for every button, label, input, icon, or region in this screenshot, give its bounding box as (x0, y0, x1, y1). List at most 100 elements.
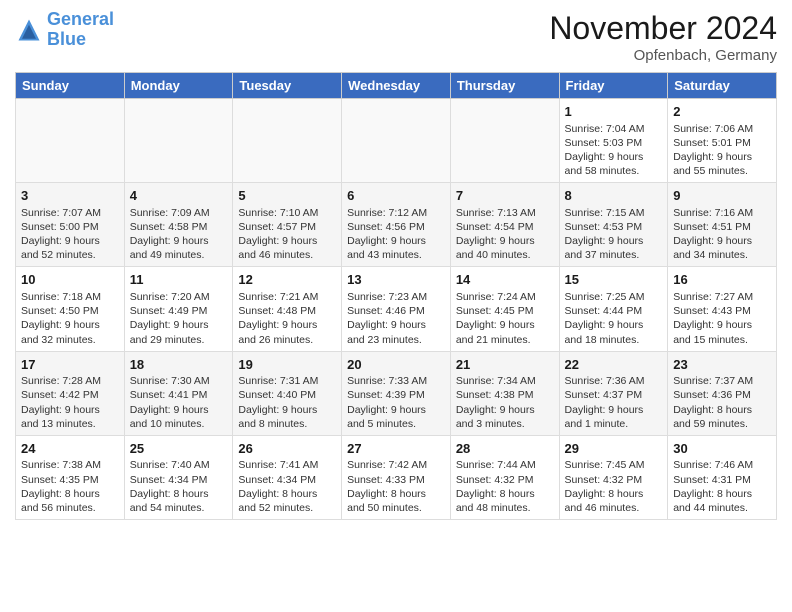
table-cell (16, 99, 125, 183)
day-number: 28 (456, 440, 554, 458)
day-info-line: Sunrise: 7:30 AM (130, 374, 228, 388)
day-info-line: Sunset: 4:48 PM (238, 304, 336, 318)
day-number: 20 (347, 356, 445, 374)
week-row-3: 10Sunrise: 7:18 AMSunset: 4:50 PMDayligh… (16, 267, 777, 351)
day-info-line: Sunrise: 7:09 AM (130, 206, 228, 220)
day-number: 14 (456, 271, 554, 289)
day-info-line: Sunset: 4:34 PM (238, 473, 336, 487)
day-number: 18 (130, 356, 228, 374)
table-cell: 8Sunrise: 7:15 AMSunset: 4:53 PMDaylight… (559, 183, 668, 267)
day-info-line: Sunset: 5:01 PM (673, 136, 771, 150)
day-info-line: Sunset: 4:56 PM (347, 220, 445, 234)
day-info-line: Daylight: 8 hours and 52 minutes. (238, 487, 336, 515)
day-number: 17 (21, 356, 119, 374)
day-info-line: Daylight: 9 hours and 52 minutes. (21, 234, 119, 262)
day-info-line: Daylight: 9 hours and 49 minutes. (130, 234, 228, 262)
day-info-line: Daylight: 8 hours and 46 minutes. (565, 487, 663, 515)
day-info-line: Daylight: 9 hours and 55 minutes. (673, 150, 771, 178)
header: General Blue November 2024 Opfenbach, Ge… (15, 10, 777, 64)
col-tuesday: Tuesday (233, 73, 342, 99)
day-info-line: Sunrise: 7:12 AM (347, 206, 445, 220)
day-info-line: Sunset: 4:46 PM (347, 304, 445, 318)
day-info-line: Sunset: 5:03 PM (565, 136, 663, 150)
day-info-line: Sunrise: 7:37 AM (673, 374, 771, 388)
day-info-line: Sunrise: 7:36 AM (565, 374, 663, 388)
table-cell: 26Sunrise: 7:41 AMSunset: 4:34 PMDayligh… (233, 435, 342, 519)
day-number: 12 (238, 271, 336, 289)
day-number: 9 (673, 187, 771, 205)
day-info-line: Sunrise: 7:25 AM (565, 290, 663, 304)
day-info-line: Sunset: 4:45 PM (456, 304, 554, 318)
day-info-line: Daylight: 9 hours and 34 minutes. (673, 234, 771, 262)
day-info-line: Daylight: 9 hours and 58 minutes. (565, 150, 663, 178)
day-info-line: Sunrise: 7:40 AM (130, 458, 228, 472)
day-info-line: Daylight: 8 hours and 48 minutes. (456, 487, 554, 515)
day-info-line: Daylight: 9 hours and 5 minutes. (347, 403, 445, 431)
table-cell: 14Sunrise: 7:24 AMSunset: 4:45 PMDayligh… (450, 267, 559, 351)
day-info-line: Daylight: 8 hours and 44 minutes. (673, 487, 771, 515)
day-info-line: Sunrise: 7:33 AM (347, 374, 445, 388)
day-number: 13 (347, 271, 445, 289)
table-cell: 3Sunrise: 7:07 AMSunset: 5:00 PMDaylight… (16, 183, 125, 267)
day-info-line: Sunset: 4:49 PM (130, 304, 228, 318)
table-cell (450, 99, 559, 183)
day-info-line: Sunset: 4:41 PM (130, 388, 228, 402)
day-info-line: Sunset: 4:31 PM (673, 473, 771, 487)
table-cell: 2Sunrise: 7:06 AMSunset: 5:01 PMDaylight… (668, 99, 777, 183)
table-cell (342, 99, 451, 183)
day-number: 16 (673, 271, 771, 289)
day-info-line: Sunrise: 7:41 AM (238, 458, 336, 472)
main-title: November 2024 (549, 10, 777, 47)
day-number: 5 (238, 187, 336, 205)
day-info-line: Sunrise: 7:07 AM (21, 206, 119, 220)
day-info-line: Sunset: 4:54 PM (456, 220, 554, 234)
table-cell: 23Sunrise: 7:37 AMSunset: 4:36 PMDayligh… (668, 351, 777, 435)
col-saturday: Saturday (668, 73, 777, 99)
page: General Blue November 2024 Opfenbach, Ge… (0, 0, 792, 612)
day-info-line: Daylight: 9 hours and 10 minutes. (130, 403, 228, 431)
day-info-line: Daylight: 9 hours and 37 minutes. (565, 234, 663, 262)
table-cell: 1Sunrise: 7:04 AMSunset: 5:03 PMDaylight… (559, 99, 668, 183)
week-row-4: 17Sunrise: 7:28 AMSunset: 4:42 PMDayligh… (16, 351, 777, 435)
day-info-line: Sunset: 4:43 PM (673, 304, 771, 318)
day-info-line: Sunrise: 7:16 AM (673, 206, 771, 220)
table-cell: 22Sunrise: 7:36 AMSunset: 4:37 PMDayligh… (559, 351, 668, 435)
day-info-line: Sunset: 4:50 PM (21, 304, 119, 318)
day-info-line: Sunrise: 7:15 AM (565, 206, 663, 220)
day-number: 25 (130, 440, 228, 458)
logo-text: General Blue (47, 10, 114, 50)
table-cell: 6Sunrise: 7:12 AMSunset: 4:56 PMDaylight… (342, 183, 451, 267)
day-info-line: Sunset: 4:33 PM (347, 473, 445, 487)
logo: General Blue (15, 10, 114, 50)
day-info-line: Daylight: 9 hours and 26 minutes. (238, 318, 336, 346)
day-info-line: Daylight: 8 hours and 56 minutes. (21, 487, 119, 515)
day-info-line: Sunrise: 7:23 AM (347, 290, 445, 304)
day-info-line: Sunrise: 7:28 AM (21, 374, 119, 388)
table-cell (124, 99, 233, 183)
subtitle: Opfenbach, Germany (549, 47, 777, 64)
day-info-line: Sunrise: 7:44 AM (456, 458, 554, 472)
table-cell (233, 99, 342, 183)
col-thursday: Thursday (450, 73, 559, 99)
day-number: 11 (130, 271, 228, 289)
day-info-line: Daylight: 9 hours and 29 minutes. (130, 318, 228, 346)
day-info-line: Sunrise: 7:46 AM (673, 458, 771, 472)
day-info-line: Sunset: 4:38 PM (456, 388, 554, 402)
day-number: 8 (565, 187, 663, 205)
day-number: 30 (673, 440, 771, 458)
table-cell: 19Sunrise: 7:31 AMSunset: 4:40 PMDayligh… (233, 351, 342, 435)
day-number: 29 (565, 440, 663, 458)
day-info-line: Sunset: 4:58 PM (130, 220, 228, 234)
day-number: 21 (456, 356, 554, 374)
day-info-line: Sunset: 4:57 PM (238, 220, 336, 234)
table-cell: 16Sunrise: 7:27 AMSunset: 4:43 PMDayligh… (668, 267, 777, 351)
table-cell: 9Sunrise: 7:16 AMSunset: 4:51 PMDaylight… (668, 183, 777, 267)
table-cell: 18Sunrise: 7:30 AMSunset: 4:41 PMDayligh… (124, 351, 233, 435)
day-number: 24 (21, 440, 119, 458)
table-cell: 20Sunrise: 7:33 AMSunset: 4:39 PMDayligh… (342, 351, 451, 435)
day-info-line: Sunset: 4:53 PM (565, 220, 663, 234)
day-info-line: Sunset: 4:36 PM (673, 388, 771, 402)
day-number: 15 (565, 271, 663, 289)
day-number: 1 (565, 103, 663, 121)
logo-icon (15, 16, 43, 44)
